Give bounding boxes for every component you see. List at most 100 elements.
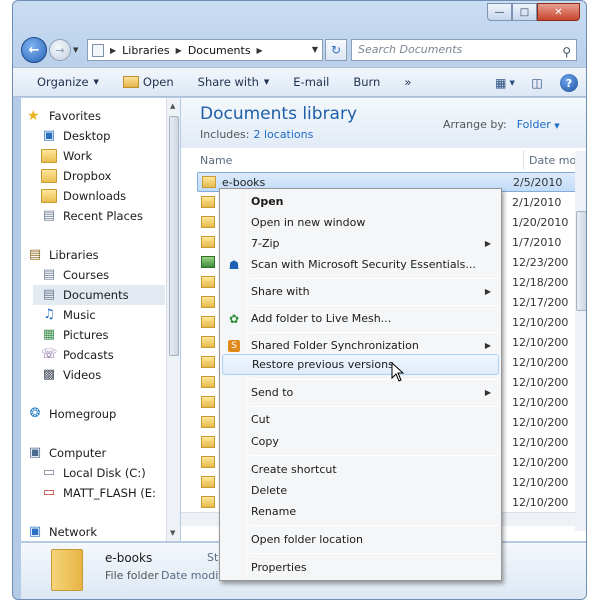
nav-libraries[interactable]: ▤ Libraries [27,245,171,265]
menu-item-send-to[interactable]: Send to ▶ [222,382,499,403]
address-bar[interactable]: ▶ Libraries ▶ Documents ▶ ▼ [87,39,323,61]
recent-places-icon: ▤ [42,208,56,223]
menu-item-rename[interactable]: Rename [222,501,499,522]
nav-computer[interactable]: ▣ Computer [27,443,171,463]
forward-button[interactable]: → [49,39,71,61]
nav-work[interactable]: Work [41,146,171,166]
file-date: 12/10/200 [512,335,569,349]
breadcrumb-libraries[interactable]: Libraries [122,44,170,57]
minimize-button[interactable]: — [487,3,512,21]
nav-podcasts[interactable]: ☏ Podcasts [41,345,171,365]
open-label: Open [142,75,174,89]
menu-item-open[interactable]: Open [222,191,499,212]
recent-pages-dropdown[interactable]: ▼ [73,46,78,54]
menu-item-share-with[interactable]: Share with ▶ [222,281,499,302]
menu-label: Create shortcut [251,463,337,476]
library-folder-icon [92,43,104,57]
share-with-button[interactable]: Share with ▼ [198,75,270,89]
folder-icon [201,216,215,228]
breadcrumb-separator-icon[interactable]: ▶ [176,46,182,55]
nav-scroll-thumb[interactable] [169,116,179,356]
preview-pane-button[interactable]: ◫ [526,73,548,93]
nav-local-disk[interactable]: ▭ Local Disk (C:) [41,463,171,483]
arrange-by-dropdown[interactable]: Folder ▼ [517,118,560,131]
breadcrumb-documents[interactable]: Documents [188,44,251,57]
organize-button[interactable]: Organize ▼ [37,75,99,89]
column-header-name[interactable]: Name [200,154,232,167]
share-with-label: Share with [197,75,259,89]
nav-dropbox[interactable]: Dropbox [41,166,171,186]
context-menu: Open Open in new window 7-Zip ▶ ☗ Scan wit… [219,188,502,581]
nav-downloads[interactable]: Downloads [41,186,171,206]
nav-matt-flash[interactable]: ▭ MATT_FLASH (E: [41,483,171,503]
menu-item-restore-previous-versions[interactable]: Restore previous versions [222,354,499,375]
nav-label: Work [63,149,93,163]
menu-item-copy[interactable]: Copy [222,431,499,452]
change-view-button[interactable]: ▦ ▼ [494,73,516,93]
menu-item-open-folder-location[interactable]: Open folder location [222,529,499,550]
nav-label: Documents [63,288,129,302]
nav-scrollbar[interactable]: ▲ ▼ [166,98,180,541]
open-button[interactable]: Open [122,75,174,89]
refresh-button[interactable]: ↻ [325,39,347,61]
menu-separator [249,406,499,407]
videos-icon: ▩ [42,367,56,382]
nav-label: Courses [63,268,110,282]
computer-icon: ▣ [28,445,42,460]
nav-homegroup[interactable]: ❂ Homegroup [27,404,171,424]
scroll-up-icon[interactable]: ▲ [170,102,175,110]
menu-item-open-new-window[interactable]: Open in new window [222,212,499,233]
more-commands-button[interactable]: » [404,75,411,89]
nav-documents[interactable]: ▤ Documents [33,285,165,305]
details-name: e-books [105,551,153,565]
menu-item-properties[interactable]: Properties [222,557,499,578]
live-mesh-icon: ✿ [228,311,240,326]
nav-videos[interactable]: ▩ Videos [41,365,171,385]
menu-item-7zip[interactable]: 7-Zip ▶ [222,233,499,254]
nav-label: Videos [63,368,102,382]
nav-pictures[interactable]: ▦ Pictures [41,325,171,345]
maximize-button[interactable]: □ [512,3,537,21]
back-button[interactable]: ← [21,37,47,63]
burn-button[interactable]: Burn [353,75,380,89]
file-date: 12/10/200 [512,355,569,369]
preview-pane-icon: ◫ [531,76,543,90]
nav-desktop[interactable]: ▣ Desktop [41,126,171,146]
file-date: 12/10/200 [512,315,569,329]
search-input[interactable]: Search Documents ⚲ [351,39,577,61]
locations-link[interactable]: 2 locations [253,128,313,141]
folder-icon [201,396,215,408]
arrange-by: Arrange by: Folder ▼ [443,118,560,131]
search-icon[interactable]: ⚲ [562,42,571,62]
nav-courses[interactable]: ▤ Courses [41,265,171,285]
file-list-scroll-thumb[interactable] [576,211,586,311]
folder-icon [201,376,215,388]
file-list-scrollbar[interactable] [575,151,586,531]
breadcrumb-separator-icon[interactable]: ▶ [110,46,116,55]
email-button[interactable]: E-mail [293,75,329,89]
folder-icon [201,496,215,508]
close-button[interactable]: ✕ [537,3,580,21]
menu-separator [249,332,499,333]
menu-item-delete[interactable]: Delete [222,480,499,501]
help-button[interactable]: ? [558,73,580,93]
menu-item-shared-sync[interactable]: S Shared Folder Synchronization ▶ [222,335,499,356]
menu-item-cut[interactable]: Cut [222,409,499,430]
address-dropdown-icon[interactable]: ▼ [312,45,318,54]
menu-item-scan[interactable]: ☗ Scan with Microsoft Security Essentials… [222,254,499,275]
nav-favorites[interactable]: ★ Favorites [27,106,171,126]
breadcrumb-separator-icon[interactable]: ▶ [257,46,263,55]
nav-music[interactable]: ♫ Music [41,305,171,325]
folder-icon [201,416,215,428]
column-divider[interactable] [523,150,524,170]
nav-network[interactable]: ▣ Network [27,522,171,541]
nav-recent-places[interactable]: ▤ Recent Places [41,206,171,226]
menu-item-live-mesh[interactable]: ✿ Add folder to Live Mesh... [222,308,499,329]
menu-item-create-shortcut[interactable]: Create shortcut [222,459,499,480]
drive-icon: ▭ [42,465,56,480]
close-icon: ✕ [554,6,563,18]
navigation-pane: ★ Favorites ▣ Desktop Work Dropbox Downloa… [21,98,171,541]
chevron-down-icon: ▼ [509,79,515,87]
scroll-down-icon[interactable]: ▼ [170,529,175,537]
details-type: File folder [105,569,159,582]
